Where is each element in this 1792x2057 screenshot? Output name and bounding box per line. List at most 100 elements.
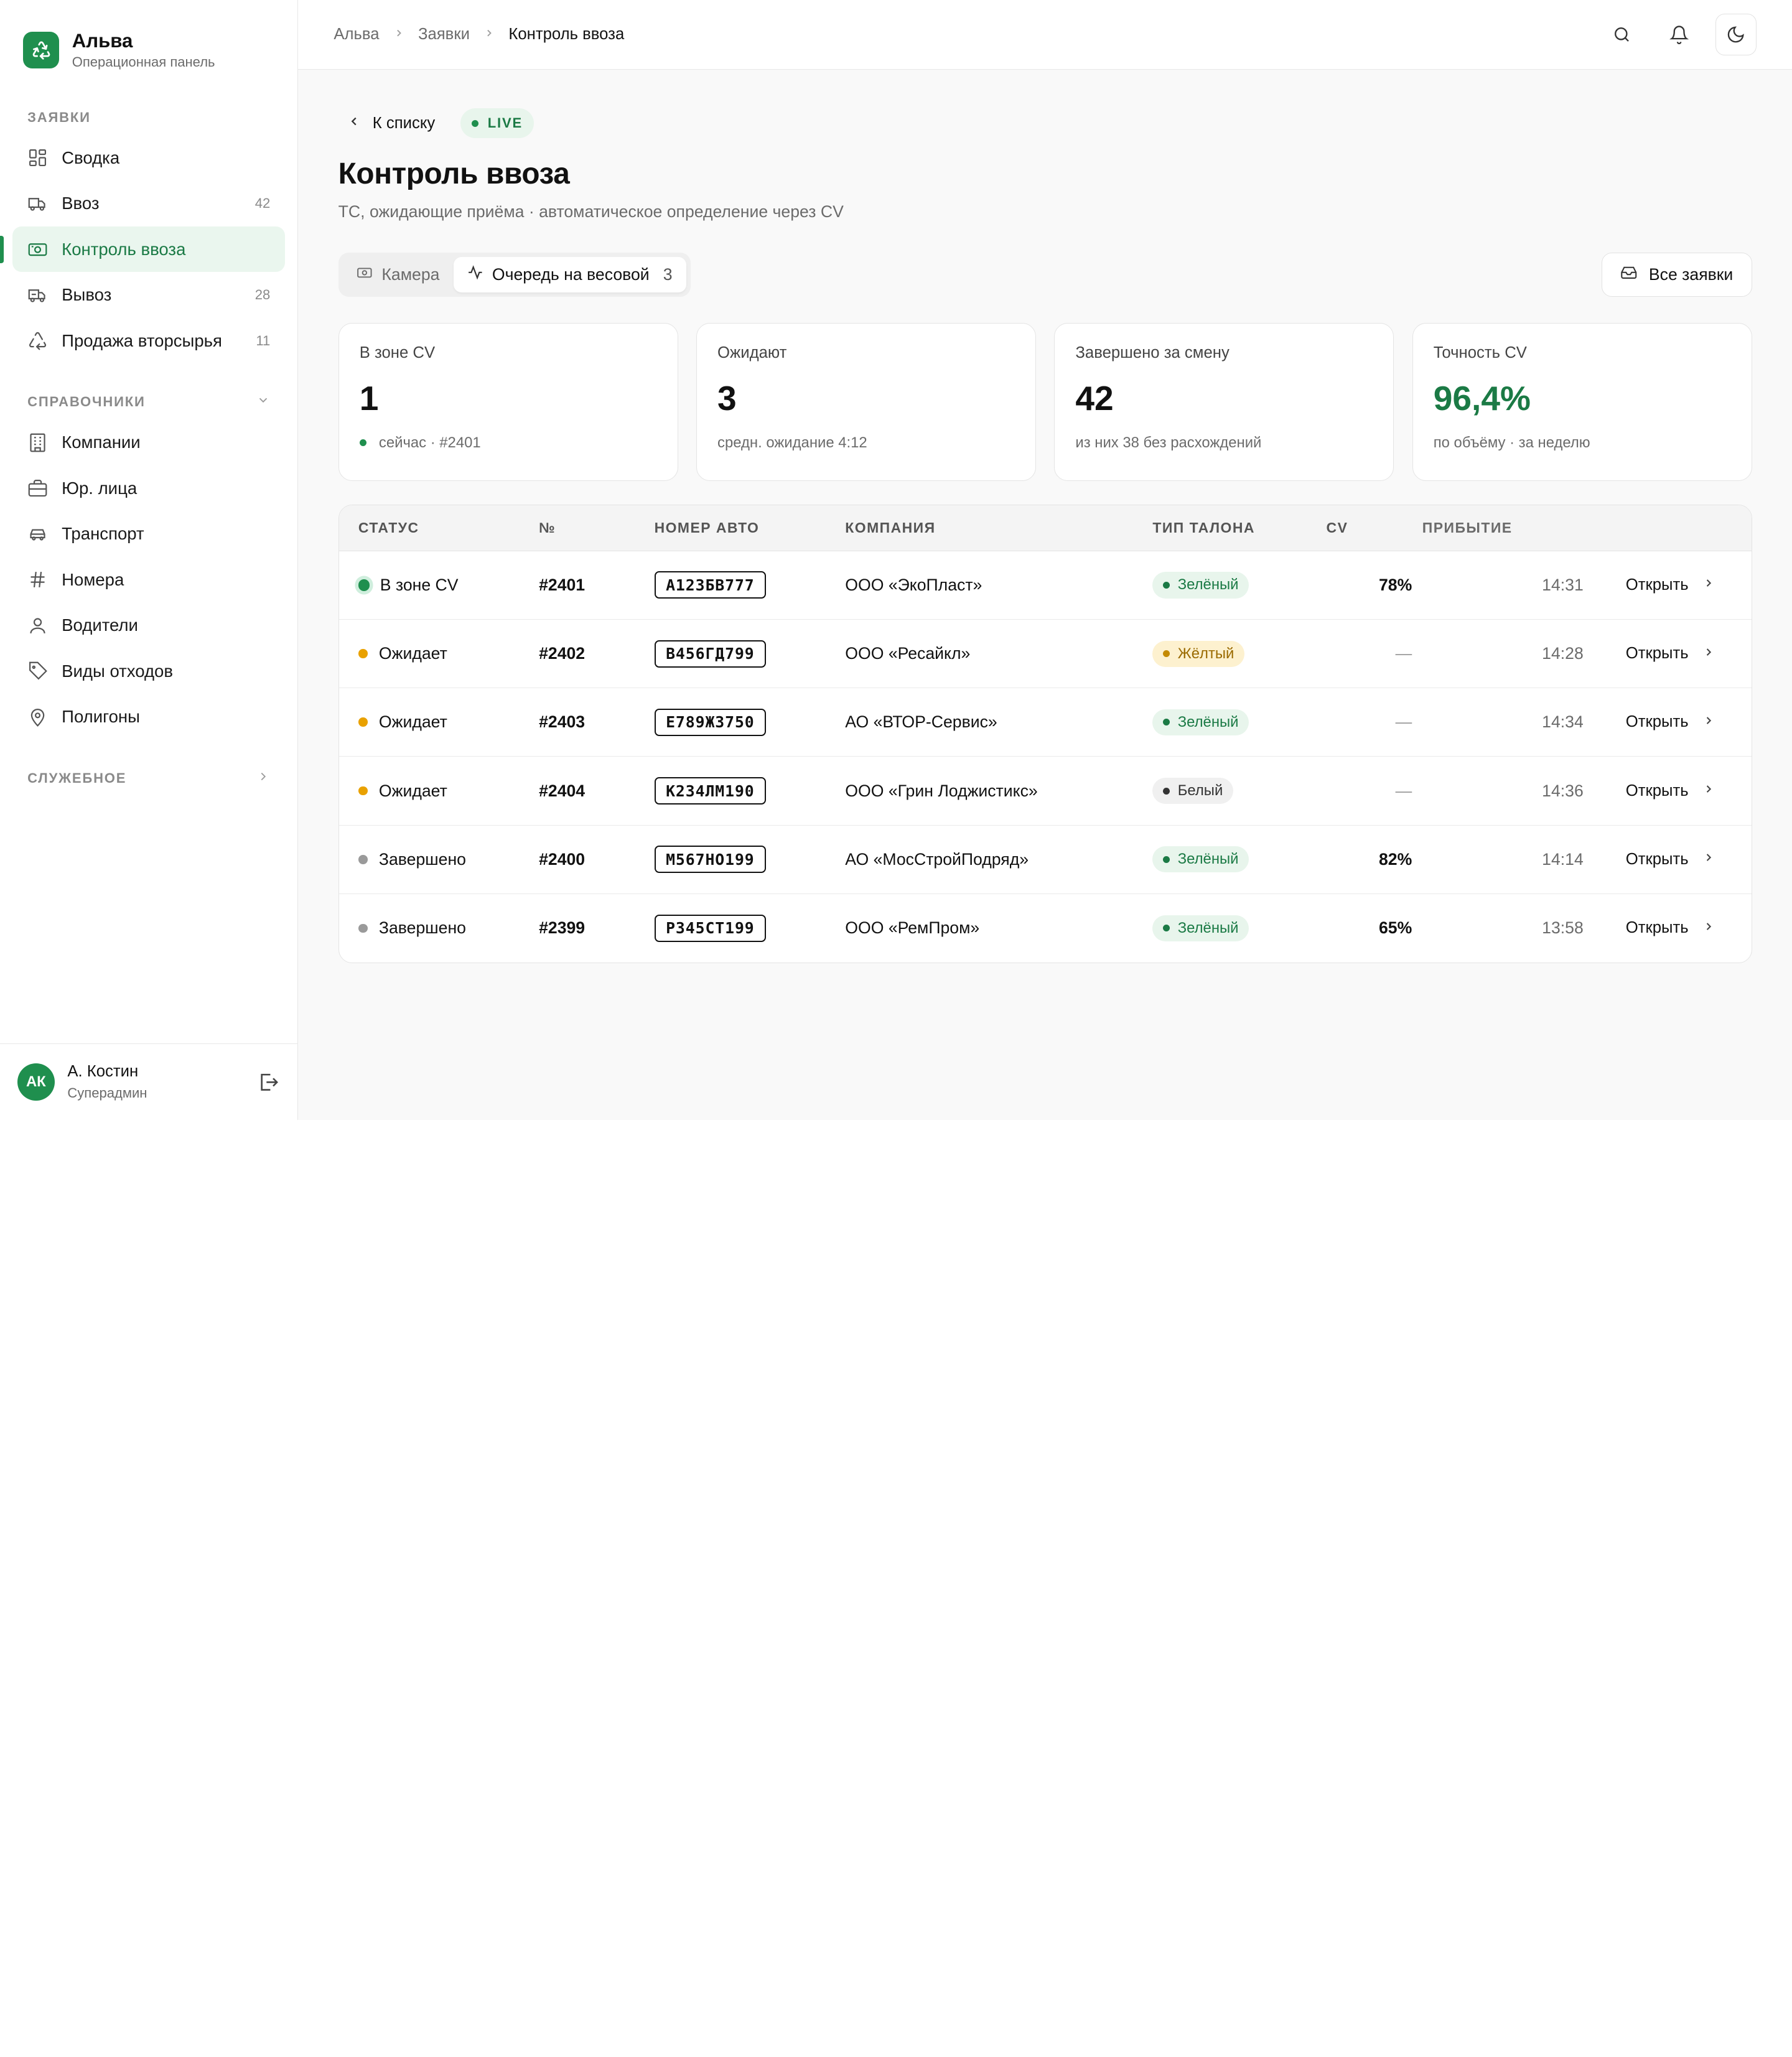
table-row[interactable]: Завершено #2399 Р345СТ199 ООО «РемПром» … bbox=[339, 894, 1752, 963]
sidebar-item-label: Сводка bbox=[62, 147, 120, 167]
cv-percent: 78% bbox=[1378, 575, 1412, 594]
table-row[interactable]: Ожидает #2403 Е789ЖЗ750 АО «ВТОР-Сервис»… bbox=[338, 688, 1752, 757]
badge-dot bbox=[1162, 650, 1170, 658]
cv-percent: — bbox=[1395, 781, 1412, 800]
breadcrumb-item[interactable]: Альва bbox=[334, 26, 379, 44]
request-number: #2404 bbox=[539, 781, 586, 800]
sidebar-item-label: Продажа вторсырья bbox=[62, 330, 222, 350]
sidebar-item-label: Виды отходов bbox=[62, 661, 173, 681]
user-panel: АК А. Костин Суперадмин bbox=[0, 1043, 297, 1120]
ticket-type-badge: Жёлтый bbox=[1152, 640, 1244, 667]
tab-label: Очередь на весовой bbox=[492, 264, 650, 284]
sidebar-item-import-control[interactable]: Контроль ввоза bbox=[0, 226, 286, 273]
open-button[interactable]: Открыть bbox=[1626, 782, 1715, 800]
column-header-status[interactable]: СТАТУС bbox=[339, 520, 539, 536]
badge-dot bbox=[1162, 719, 1170, 726]
theme-toggle-button[interactable] bbox=[1715, 14, 1757, 55]
sidebar-item-numbers[interactable]: Номера bbox=[12, 557, 285, 602]
column-header-company[interactable]: КОМПАНИЯ bbox=[845, 520, 1152, 536]
sidebar-item-transport[interactable]: Транспорт bbox=[12, 511, 285, 557]
open-button[interactable]: Открыть bbox=[1626, 919, 1715, 937]
back-label: К списку bbox=[372, 114, 436, 132]
ticket-type-cell: Зелёный bbox=[1152, 846, 1326, 873]
tab-camera[interactable]: Камера bbox=[343, 257, 454, 292]
user-role: Суперадмин bbox=[67, 1085, 147, 1101]
ticket-type-text: Жёлтый bbox=[1177, 645, 1234, 662]
sidebar-item-companies[interactable]: Компании bbox=[12, 420, 285, 465]
section-label-requests: ЗАЯВКИ bbox=[0, 110, 297, 126]
sidebar-item-export[interactable]: Вывоз 28 bbox=[12, 272, 285, 317]
column-header-number[interactable]: № bbox=[539, 520, 655, 536]
live-label: LIVE bbox=[487, 115, 523, 131]
column-header-ticket-type[interactable]: ТИП ТАЛОНА bbox=[1152, 520, 1326, 536]
page-subtitle: ТС, ожидающие приёма · автоматическое оп… bbox=[338, 202, 844, 221]
section-title: ЗАЯВКИ bbox=[27, 110, 91, 126]
table-row[interactable]: Ожидает #2404 К234ЛМ190 ООО «Грин Лоджис… bbox=[338, 757, 1752, 826]
chevron-right-icon bbox=[1702, 920, 1715, 936]
sidebar-item-label: Юр. лица bbox=[62, 478, 138, 498]
topbar: Альва Заявки Контроль ввоза bbox=[298, 0, 1792, 70]
chevron-right-icon bbox=[1702, 577, 1715, 593]
activity-icon bbox=[467, 264, 483, 285]
dashboard-icon bbox=[27, 147, 48, 168]
brand[interactable]: Альва Операционная панель bbox=[0, 0, 297, 73]
sidebar-item-count: 42 bbox=[254, 195, 271, 212]
ticket-type-cell: Белый bbox=[1152, 777, 1326, 805]
column-header-cv[interactable]: CV bbox=[1327, 520, 1412, 536]
open-button[interactable]: Открыть bbox=[1626, 645, 1715, 663]
sidebar-item-import[interactable]: Ввоз 42 bbox=[12, 180, 285, 226]
open-button[interactable]: Открыть bbox=[1626, 576, 1715, 594]
logout-icon[interactable] bbox=[257, 1071, 280, 1094]
badge-dot bbox=[1162, 787, 1170, 795]
sidebar-item-label: Вывоз bbox=[62, 285, 112, 305]
bell-icon bbox=[1669, 26, 1689, 44]
breadcrumb-item[interactable]: Заявки bbox=[418, 26, 470, 44]
chevron-left-icon bbox=[347, 114, 361, 133]
chevron-right-icon bbox=[1702, 783, 1715, 799]
sidebar-item-landfills[interactable]: Полигоны bbox=[12, 694, 285, 739]
license-plate: М567НО199 bbox=[654, 846, 767, 874]
license-plate: В456ГД799 bbox=[654, 640, 767, 668]
notifications-button[interactable] bbox=[1658, 14, 1699, 55]
table-row[interactable]: Завершено #2400 М567НО199 АО «МосСтройПо… bbox=[338, 826, 1752, 894]
badge-dot bbox=[1162, 925, 1170, 932]
all-requests-button[interactable]: Все заявки bbox=[1601, 252, 1752, 297]
sidebar-item-legal-entities[interactable]: Юр. лица bbox=[12, 465, 285, 511]
license-plate: Р345СТ199 bbox=[654, 914, 767, 942]
chevron-right-icon bbox=[393, 27, 404, 43]
status-cell: Ожидает bbox=[339, 712, 539, 732]
stat-note: из них 38 без расхождений bbox=[1075, 434, 1262, 451]
open-button[interactable]: Открыть bbox=[1626, 713, 1715, 731]
open-cell: Открыть bbox=[1584, 713, 1752, 731]
sidebar-item-waste-types[interactable]: Виды отходов bbox=[12, 648, 285, 694]
section-label-references[interactable]: СПРАВОЧНИКИ bbox=[0, 393, 297, 411]
arrival-time: 14:36 bbox=[1542, 781, 1584, 800]
status-cell: В зоне CV bbox=[339, 576, 539, 595]
arrival-time: 14:34 bbox=[1542, 712, 1584, 732]
ticket-type-badge: Зелёный bbox=[1152, 709, 1249, 735]
status-text: Завершено bbox=[378, 918, 466, 938]
open-cell: Открыть bbox=[1584, 782, 1752, 800]
section-label-service[interactable]: СЛУЖЕБНОЕ bbox=[0, 770, 297, 787]
status-dot bbox=[358, 923, 368, 933]
search-button[interactable] bbox=[1601, 14, 1642, 55]
license-plate: К234ЛМ190 bbox=[654, 777, 767, 805]
tab-weighbridge-queue[interactable]: Очередь на весовой 3 bbox=[453, 256, 686, 292]
avatar[interactable]: АК bbox=[17, 1063, 55, 1101]
column-header-plate[interactable]: НОМЕР АВТО bbox=[655, 520, 846, 536]
stat-note-text: сейчас · #2401 bbox=[378, 434, 481, 451]
sidebar-item-drivers[interactable]: Водители bbox=[12, 603, 285, 648]
open-button[interactable]: Открыть bbox=[1626, 851, 1715, 869]
back-to-list-link[interactable]: К списку bbox=[347, 114, 435, 133]
sidebar-item-summary[interactable]: Сводка bbox=[12, 135, 285, 180]
sidebar: Альва Операционная панель ЗАЯВКИ Сводка … bbox=[0, 0, 299, 1120]
company-name: АО «ВТОР-Сервис» bbox=[845, 712, 997, 732]
stat-value: 42 bbox=[1075, 379, 1114, 418]
ticket-type-text: Зелёный bbox=[1177, 576, 1239, 594]
table-row[interactable]: Ожидает #2402 В456ГД799 ООО «Ресайкл» Жё… bbox=[338, 620, 1752, 689]
sidebar-item-recyclables-sale[interactable]: Продажа вторсырья 11 bbox=[12, 318, 285, 363]
building-icon bbox=[27, 432, 48, 453]
column-header-arrival[interactable]: ПРИБЫТИЕ bbox=[1412, 520, 1584, 536]
table-row[interactable]: В зоне CV #2401 А123БВ777 ООО «ЭкоПласт»… bbox=[338, 551, 1752, 620]
ticket-type-badge: Белый bbox=[1152, 777, 1233, 805]
